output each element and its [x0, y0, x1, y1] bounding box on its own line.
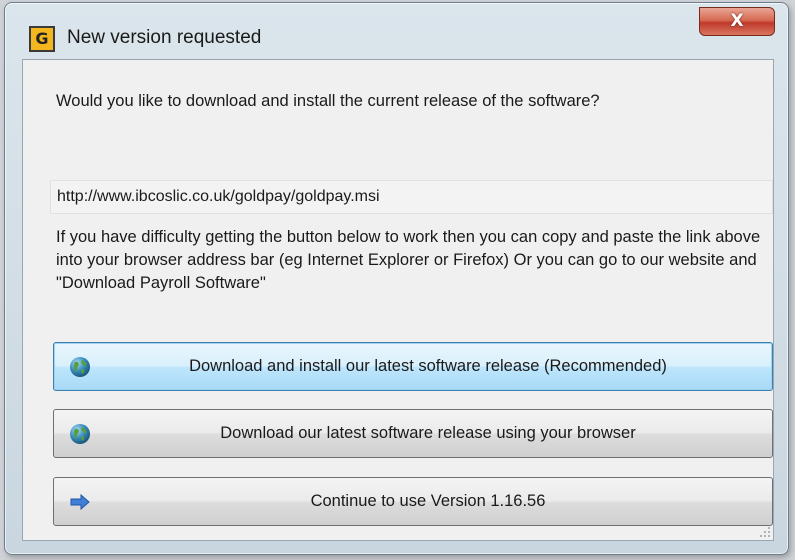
window-title: New version requested	[67, 27, 262, 48]
question-text: Would you like to download and install t…	[56, 92, 600, 110]
dialog-window: G New version requested X Would you like…	[4, 2, 789, 555]
download-install-button[interactable]: Download and install our latest software…	[53, 342, 773, 391]
download-browser-label: Download our latest software release usi…	[220, 424, 636, 442]
dialog-content: Would you like to download and install t…	[22, 59, 774, 541]
help-text: If you have difficulty getting the butto…	[56, 228, 761, 292]
app-logo-icon: G	[29, 26, 55, 52]
continue-label: Continue to use Version 1.16.56	[310, 492, 546, 510]
download-browser-button[interactable]: Download our latest software release usi…	[53, 409, 773, 458]
close-button[interactable]: X	[699, 7, 775, 36]
arrow-right-icon	[70, 493, 90, 511]
close-icon: X	[730, 11, 744, 31]
resize-grip-icon[interactable]	[759, 526, 771, 538]
title-bar[interactable]: G New version requested X	[5, 3, 788, 57]
download-url-field[interactable]: http://www.ibcoslic.co.uk/goldpay/goldpa…	[50, 180, 773, 214]
download-install-label: Download and install our latest software…	[189, 357, 667, 375]
continue-current-version-button[interactable]: Continue to use Version 1.16.56	[53, 477, 773, 526]
globe-icon	[70, 357, 90, 377]
globe-icon	[70, 424, 90, 444]
